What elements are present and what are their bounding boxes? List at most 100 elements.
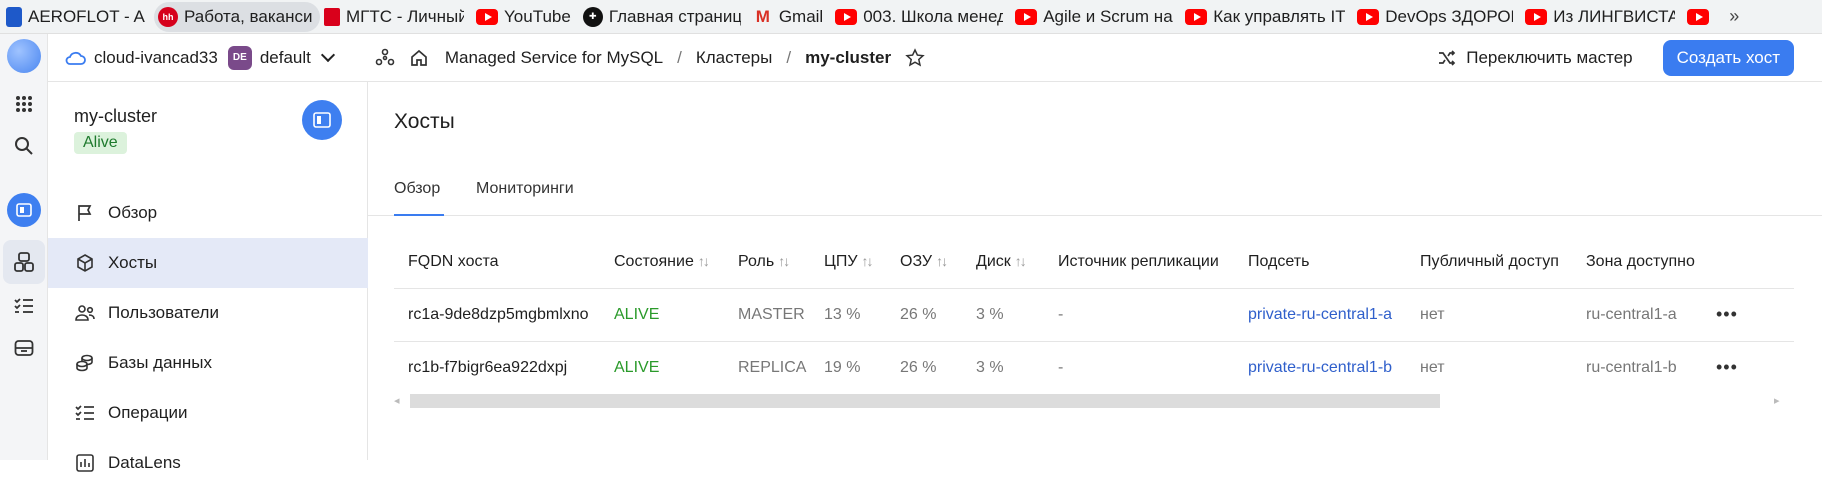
sidebar-item-label: Обзор (108, 203, 158, 222)
host-role: MASTER (724, 287, 810, 341)
drive-icon (14, 340, 34, 356)
column-header-replication-source: Источник репликации (1058, 252, 1219, 270)
bookmark-hh[interactable]: hh Работа, вакансии (154, 1, 320, 32)
host-disk: 3 % (962, 340, 1044, 394)
row-actions-button[interactable]: ••• (1702, 287, 1794, 341)
status-badge: Alive (74, 132, 127, 154)
hh-icon: hh (158, 6, 178, 27)
host-subnet-link[interactable]: private-ru-central1-a (1234, 287, 1406, 341)
hosts-table: FQDN хоста Состояние ↑↓ Роль ↑↓ ЦПУ ↑↓ ОЗУ ↑… (394, 236, 1794, 394)
sort-icon: ↑↓ (697, 252, 710, 269)
star-icon[interactable] (905, 47, 925, 68)
service-hub-icon[interactable] (375, 48, 395, 68)
bookmark-linguist[interactable]: Из ЛИНГВИСТА в (1521, 2, 1683, 32)
sidebar-item-databases[interactable]: Базы данных (48, 338, 368, 388)
youtube-icon (1687, 8, 1710, 25)
column-header-actions (1702, 236, 1794, 288)
bookmark-it[interactable]: Как управлять IT- (1181, 2, 1353, 32)
more-dots-icon: ••• (1716, 304, 1738, 324)
youtube-icon (1015, 8, 1038, 25)
bookmark-school[interactable]: 003. Школа менед (831, 2, 1011, 32)
mysql-service-icon (7, 193, 41, 227)
bookmark-youtube[interactable]: YouTube (472, 2, 579, 32)
cloud-name: cloud-ivancad33 (94, 47, 218, 67)
column-header-ram[interactable]: ОЗУ ↑↓ (886, 236, 962, 288)
more-bookmarks-icon[interactable]: » (1723, 6, 1745, 27)
host-zone: ru-central1-b (1572, 340, 1702, 394)
bookmark-main-page[interactable]: ✚ Главная страница (579, 2, 749, 32)
scroll-right-icon[interactable]: ▸ (1774, 394, 1780, 407)
column-header-subnet: Подсеть (1248, 252, 1310, 270)
aeroflot-icon (6, 6, 22, 27)
row-actions-button[interactable]: ••• (1702, 340, 1794, 394)
host-public-access: нет (1406, 340, 1572, 394)
column-header-cpu[interactable]: ЦПУ ↑↓ (810, 236, 886, 288)
mysql-service-button[interactable] (0, 188, 48, 232)
database-icon (74, 352, 96, 374)
host-state: ALIVE (600, 287, 724, 341)
gmail-icon: M (755, 6, 770, 26)
column-header-disk[interactable]: Диск ↑↓ (962, 236, 1044, 288)
cloud-logo-icon (7, 39, 41, 73)
cloud-selector[interactable]: cloud-ivancad33 DE default (64, 45, 335, 70)
cloud-logo-button[interactable] (0, 34, 48, 78)
support-rail-button[interactable] (0, 326, 48, 370)
operations-list-icon (74, 402, 96, 424)
clusters-button[interactable] (3, 240, 45, 284)
operations-rail-button[interactable] (0, 284, 48, 328)
column-header-public-access: Публичный доступ (1420, 252, 1559, 270)
youtube-icon (835, 8, 858, 25)
sidebar-item-label: Хосты (108, 253, 158, 272)
tab-overview[interactable]: Обзор (394, 180, 444, 216)
scroll-left-icon[interactable]: ◂ (394, 394, 400, 407)
switch-master-button[interactable]: Переключить мастер (1438, 48, 1633, 68)
sidebar-item-datalens[interactable]: DataLens (48, 438, 368, 488)
column-header-role[interactable]: Роль ↑↓ (724, 236, 810, 288)
table-row[interactable]: rc1a-9de8dzp5mgbmlxno ALIVE MASTER 13 % … (394, 287, 1794, 341)
bookmark-aeroflot[interactable]: AEROFLOT - AIRB (2, 2, 154, 32)
services-menu-button[interactable] (0, 82, 48, 126)
youtube-icon (1357, 8, 1380, 25)
breadcrumb-service[interactable]: Managed Service for MySQL (445, 48, 663, 68)
host-cpu: 13 % (810, 287, 886, 341)
breadcrumb-clusters[interactable]: Кластеры (696, 48, 773, 68)
sidebar-item-hosts[interactable]: Хосты (48, 238, 368, 288)
sidebar-item-operations[interactable]: Операции (48, 388, 368, 438)
column-header-zone: Зона доступно (1586, 252, 1695, 270)
cluster-sidebar: my-cluster Alive Обзор Хосты Пользовател… (48, 82, 368, 472)
bookmark-devops[interactable]: DevOps ЗДОРОВС (1353, 2, 1521, 32)
host-public-access: нет (1406, 287, 1572, 341)
header-actions: Переключить мастер Создать хост (1438, 39, 1794, 76)
home-icon[interactable] (409, 48, 429, 68)
search-icon (15, 137, 33, 155)
flag-icon (74, 202, 96, 224)
bookmark-mgts[interactable]: МГТС - Личный ка (320, 2, 472, 32)
host-disk: 3 % (962, 287, 1044, 341)
table-row[interactable]: rc1b-f7bigr6ea922dxpj ALIVE REPLICA 19 %… (394, 340, 1794, 394)
host-subnet-link[interactable]: private-ru-central1-b (1234, 340, 1406, 394)
tabs: Обзор Мониторинги (368, 170, 1822, 216)
horizontal-scrollbar[interactable]: ◂ ▸ (394, 392, 1794, 410)
mgts-icon (324, 7, 340, 26)
sidebar-item-label: Операции (108, 403, 188, 422)
main-content: Хосты Обзор Мониторинги FQDN хоста Состо… (368, 82, 1822, 460)
sort-icon: ↑↓ (1014, 252, 1027, 269)
top-header: cloud-ivancad33 DE default Managed Servi… (48, 34, 1822, 82)
more-dots-icon: ••• (1716, 357, 1738, 378)
tab-monitoring[interactable]: Мониторинги (476, 180, 574, 216)
scrollbar-thumb[interactable] (410, 394, 1440, 408)
breadcrumb-separator: / (677, 47, 682, 67)
sidebar-item-overview[interactable]: Обзор (48, 188, 368, 238)
bookmark-gmail[interactable]: M Gmail (749, 2, 831, 32)
sidebar-item-users[interactable]: Пользователи (48, 288, 368, 338)
column-header-state[interactable]: Состояние ↑↓ (600, 236, 724, 288)
bookmark-youtube-extra[interactable] (1683, 2, 1723, 32)
list-check-icon (14, 298, 33, 313)
create-host-button[interactable]: Создать хост (1662, 39, 1794, 76)
sort-icon: ↑↓ (778, 252, 790, 269)
folder-badge: DE (227, 45, 252, 70)
bookmark-agile[interactable]: Agile и Scrum на п (1011, 2, 1181, 32)
host-fqdn: rc1b-f7bigr6ea922dxpj (394, 340, 600, 394)
search-button[interactable] (0, 124, 48, 168)
breadcrumb-cluster: my-cluster (805, 47, 892, 67)
